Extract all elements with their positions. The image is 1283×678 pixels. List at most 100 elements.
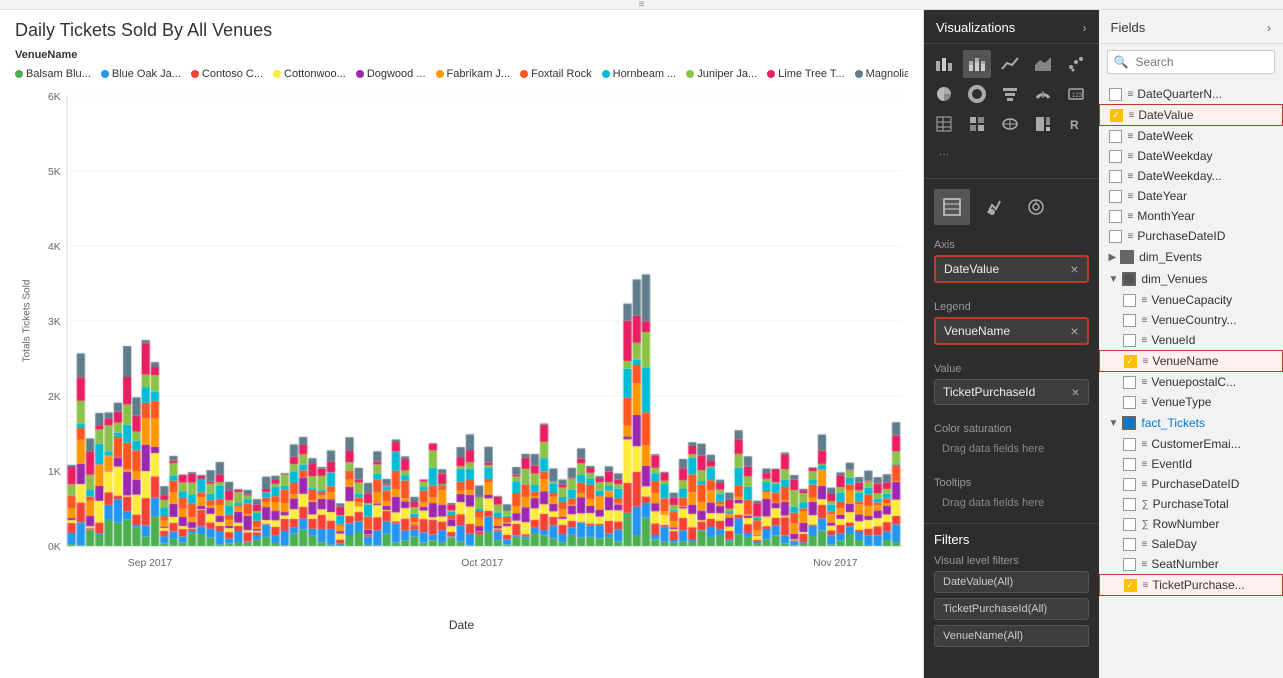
field-row-eventid[interactable]: ≡ EventId bbox=[1099, 454, 1283, 474]
treemap-icon[interactable] bbox=[1029, 110, 1057, 138]
field-row-datevalue[interactable]: ✓ ≡ DateValue bbox=[1099, 104, 1283, 126]
field-checkbox-venuecapacity[interactable] bbox=[1123, 294, 1136, 307]
field-checkbox-venueid[interactable] bbox=[1123, 334, 1136, 347]
field-row-purchasedateid[interactable]: ≡ PurchaseDateID bbox=[1099, 226, 1283, 246]
right-panel: Visualizations › bbox=[923, 10, 1283, 678]
field-checkbox-venuecountry[interactable] bbox=[1123, 314, 1136, 327]
field-checkbox-venuetype[interactable] bbox=[1123, 396, 1136, 409]
format-pane-icon[interactable] bbox=[976, 189, 1012, 225]
field-name-purchasedateid2: PurchaseDateID bbox=[1151, 477, 1239, 491]
gauge-icon[interactable] bbox=[1029, 80, 1057, 108]
filter-venuename[interactable]: VenueName(All) bbox=[934, 625, 1089, 647]
table-icon[interactable] bbox=[930, 110, 958, 138]
pie-chart-icon[interactable] bbox=[930, 80, 958, 108]
field-checkbox-venuename[interactable]: ✓ bbox=[1124, 355, 1137, 368]
filter-datevalue[interactable]: DateValue(All) bbox=[934, 571, 1089, 593]
field-row-venuepostal[interactable]: ≡ VenuepostalC... bbox=[1099, 372, 1283, 392]
group-tickets-icon bbox=[1122, 416, 1136, 430]
field-checkbox-ticketpurchase[interactable]: ✓ bbox=[1124, 579, 1137, 592]
axis-clear-button[interactable]: × bbox=[1070, 261, 1078, 277]
field-checkbox-rownumber[interactable] bbox=[1123, 518, 1136, 531]
field-row-saleday[interactable]: ≡ SaleDay bbox=[1099, 534, 1283, 554]
r-visual-icon[interactable]: R bbox=[1062, 110, 1090, 138]
field-row-dateweek[interactable]: ≡ DateWeek bbox=[1099, 126, 1283, 146]
field-checkbox-venuepostal[interactable] bbox=[1123, 376, 1136, 389]
field-checkbox-dateyear[interactable] bbox=[1109, 190, 1122, 203]
bar-chart-icon[interactable] bbox=[930, 50, 958, 78]
field-row-monthyear[interactable]: ≡ MonthYear bbox=[1099, 206, 1283, 226]
legend-field-box[interactable]: VenueName × bbox=[934, 317, 1089, 345]
more-visuals-icon[interactable]: ··· bbox=[930, 140, 958, 168]
field-row-dateweekdaylong[interactable]: ≡ DateWeekday... bbox=[1099, 166, 1283, 186]
chart-area: Daily Tickets Sold By All Venues VenueNa… bbox=[0, 10, 923, 678]
field-row-seatnumber[interactable]: ≡ SeatNumber bbox=[1099, 554, 1283, 574]
area-chart-icon[interactable] bbox=[1029, 50, 1057, 78]
field-row-venuetype[interactable]: ≡ VenueType bbox=[1099, 392, 1283, 412]
field-row-dateweekday[interactable]: ≡ DateWeekday bbox=[1099, 146, 1283, 166]
legend-item: Balsam Blu... bbox=[15, 68, 91, 80]
value-field-box[interactable]: TicketPurchaseId × bbox=[934, 379, 1089, 405]
field-checkbox-purchasetotal[interactable] bbox=[1123, 498, 1136, 511]
group-dim-venues[interactable]: ▼ dim_Venues bbox=[1099, 268, 1283, 290]
filter-ticketpurchaseid[interactable]: TicketPurchaseId(All) bbox=[934, 598, 1089, 620]
field-row-ticketpurchase[interactable]: ✓ ≡ TicketPurchase... bbox=[1099, 574, 1283, 596]
field-checkbox-eventid[interactable] bbox=[1123, 458, 1136, 471]
field-type-monthyear: ≡ bbox=[1128, 211, 1134, 222]
legend-label: VenueName bbox=[15, 49, 77, 61]
fields-close-button[interactable]: › bbox=[1267, 21, 1271, 35]
analytics-pane-icon[interactable] bbox=[1018, 189, 1054, 225]
group-dim-events[interactable]: ▶ dim_Events bbox=[1099, 246, 1283, 268]
field-row-purchasetotal[interactable]: ∑ PurchaseTotal bbox=[1099, 494, 1283, 514]
field-checkbox-purchasedateid2[interactable] bbox=[1123, 478, 1136, 491]
value-value: TicketPurchaseId bbox=[943, 385, 1035, 399]
field-checkbox-datevalue[interactable]: ✓ bbox=[1110, 109, 1123, 122]
stacked-bar-active-icon[interactable] bbox=[963, 50, 991, 78]
field-checkbox-saleday[interactable] bbox=[1123, 538, 1136, 551]
fields-title: Fields bbox=[1111, 20, 1146, 35]
legend-item: Juniper Ja... bbox=[686, 68, 757, 80]
value-section: Value TicketPurchaseId × bbox=[924, 355, 1099, 415]
field-row-venuecapacity[interactable]: ≡ VenueCapacity bbox=[1099, 290, 1283, 310]
field-checkbox-datequartern[interactable] bbox=[1109, 88, 1122, 101]
map-icon[interactable] bbox=[996, 110, 1024, 138]
viz-panel-expand[interactable]: › bbox=[1083, 21, 1087, 35]
value-clear-button[interactable]: × bbox=[1071, 384, 1079, 400]
fields-pane-icon[interactable] bbox=[934, 189, 970, 225]
field-row-rownumber[interactable]: ∑ RowNumber bbox=[1099, 514, 1283, 534]
field-row-venueid[interactable]: ≡ VenueId bbox=[1099, 330, 1283, 350]
field-row-venuename[interactable]: ✓ ≡ VenueName bbox=[1099, 350, 1283, 372]
field-row-purchasedateid2[interactable]: ≡ PurchaseDateID bbox=[1099, 474, 1283, 494]
field-type-datevalue: ≡ bbox=[1129, 110, 1135, 121]
field-checkbox-dateweekdaylong[interactable] bbox=[1109, 170, 1122, 183]
field-name-venueid: VenueId bbox=[1151, 333, 1195, 347]
field-name-dateweekday: DateWeekday bbox=[1137, 149, 1212, 163]
axis-field-box[interactable]: DateValue × bbox=[934, 255, 1089, 283]
field-checkbox-purchasedateid[interactable] bbox=[1109, 230, 1122, 243]
field-name-customeremail: CustomerEmai... bbox=[1151, 437, 1240, 451]
field-checkbox-seatnumber[interactable] bbox=[1123, 558, 1136, 571]
group-events-arrow: ▶ bbox=[1109, 252, 1117, 263]
field-row-customeremail[interactable]: ≡ CustomerEmai... bbox=[1099, 434, 1283, 454]
field-row-venuecountry[interactable]: ≡ VenueCountry... bbox=[1099, 310, 1283, 330]
fields-search-input[interactable] bbox=[1107, 50, 1275, 74]
legend-clear-button[interactable]: × bbox=[1070, 323, 1078, 339]
scatter-icon[interactable] bbox=[1062, 50, 1090, 78]
field-name-dateweekdaylong: DateWeekday... bbox=[1137, 169, 1221, 183]
field-checkbox-dateweek[interactable] bbox=[1109, 130, 1122, 143]
funnel-icon[interactable] bbox=[996, 80, 1024, 108]
group-events-icon bbox=[1120, 250, 1134, 264]
line-chart-icon[interactable] bbox=[996, 50, 1024, 78]
donut-icon[interactable] bbox=[963, 80, 991, 108]
matrix-icon[interactable] bbox=[963, 110, 991, 138]
field-checkbox-customeremail[interactable] bbox=[1123, 438, 1136, 451]
legend-item: Lime Tree T... bbox=[767, 68, 844, 80]
field-row-dateyear[interactable]: ≡ DateYear bbox=[1099, 186, 1283, 206]
field-checkbox-monthyear[interactable] bbox=[1109, 210, 1122, 223]
group-fact-tickets[interactable]: ▼ fact_Tickets bbox=[1099, 412, 1283, 434]
tooltips-section: Tooltips Drag data fields here bbox=[924, 469, 1099, 523]
visual-level-label: Visual level filters bbox=[934, 555, 1089, 567]
field-name-ticketpurchase: TicketPurchase... bbox=[1152, 578, 1244, 592]
field-checkbox-dateweekday[interactable] bbox=[1109, 150, 1122, 163]
card-icon[interactable]: 123 bbox=[1062, 80, 1090, 108]
field-row-datequartern[interactable]: ≡ DateQuarterN... bbox=[1099, 84, 1283, 104]
